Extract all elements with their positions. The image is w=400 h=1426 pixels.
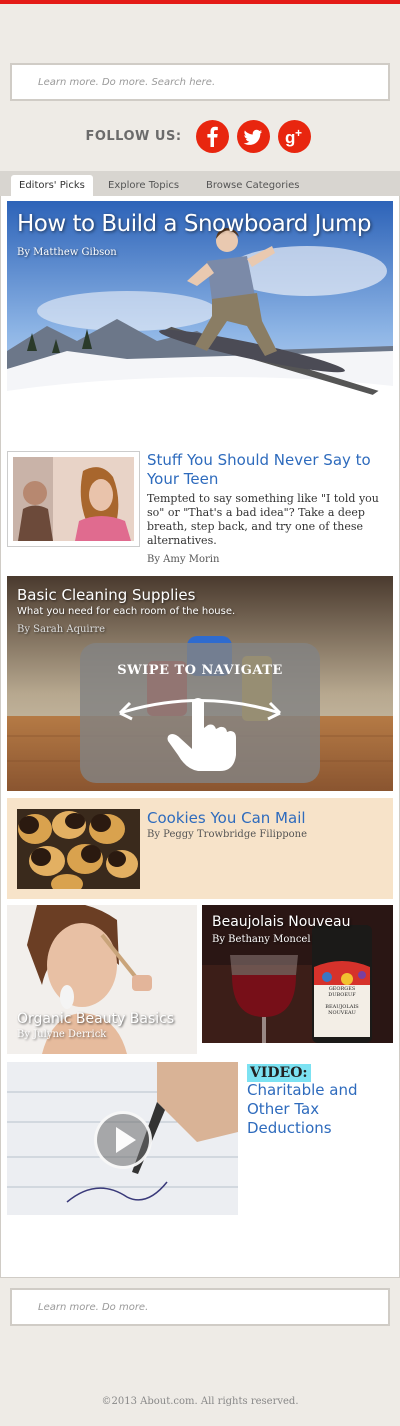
cookies-image (17, 809, 140, 889)
google-plus-icon: g + (285, 126, 302, 147)
wine-card[interactable]: GEORGES DUBOEUF BEAUJOLAIS NOUVEAU Beauj… (202, 905, 393, 1043)
beauty-title[interactable]: Organic Beauty Basics (17, 1011, 174, 1027)
beauty-card[interactable]: Organic Beauty Basics By Julyne Derrick (7, 905, 197, 1054)
play-button[interactable] (94, 1111, 152, 1169)
svg-text:g: g (285, 128, 295, 147)
cleaning-byline: By Sarah Aquirre (17, 624, 106, 635)
top-accent-bar (0, 0, 400, 4)
facebook-icon (206, 126, 218, 147)
wine-bottle-label: GEORGES DUBOEUF BEAUJOLAIS NOUVEAU (318, 986, 366, 1016)
teen-title[interactable]: Stuff You Should Never Say to Your Teen (147, 451, 387, 489)
swipe-hand-icon (118, 698, 282, 771)
snowboard-byline: By Matthew Gibson (17, 247, 117, 258)
tab-editors-picks[interactable]: Editors' Picks (11, 175, 93, 196)
cleaning-card[interactable]: Basic Cleaning Supplies What you need fo… (7, 576, 393, 791)
wine-label-text: GEORGES DUBOEUF (328, 986, 356, 998)
svg-text:+: + (295, 126, 302, 140)
tab-browse-categories[interactable]: Browse Categories (198, 175, 308, 196)
wine-byline: By Bethany Moncel (212, 934, 311, 945)
swipe-label: SWIPE TO NAVIGATE (117, 663, 283, 678)
facebook-button[interactable] (195, 119, 229, 153)
video-badge: VIDEO: (247, 1064, 311, 1082)
tab-bar: Editors' Picks Explore Topics Browse Cat… (0, 171, 400, 196)
search-box-top[interactable] (10, 63, 390, 101)
cleaning-subtitle: What you need for each room of the house… (17, 606, 236, 617)
teen-card[interactable]: Stuff You Should Never Say to Your Teen … (7, 451, 393, 569)
snowboard-title[interactable]: How to Build a Snowboard Jump (17, 211, 372, 237)
beauty-byline: By Julyne Derrick (17, 1029, 107, 1040)
snowboard-card[interactable]: How to Build a Snowboard Jump By Matthew… (7, 201, 393, 443)
follow-us-label: FOLLOW US: (85, 128, 182, 144)
search-input[interactable] (12, 65, 388, 99)
teen-byline: By Amy Morin (147, 554, 220, 565)
cookies-card[interactable]: Cookies You Can Mail By Peggy Trowbridge… (7, 798, 393, 899)
cookies-title[interactable]: Cookies You Can Mail (147, 809, 306, 828)
teen-description: Tempted to say something like "I told yo… (147, 492, 379, 547)
cookies-byline: By Peggy Trowbridge Filippone (147, 829, 308, 840)
google-plus-button[interactable]: g + (277, 119, 311, 153)
wine-title[interactable]: Beaujolais Nouveau (212, 914, 351, 930)
teen-thumbnail-frame (7, 451, 140, 547)
twitter-icon (243, 129, 262, 145)
cleaning-title[interactable]: Basic Cleaning Supplies (17, 586, 195, 604)
follow-us-bar: FOLLOW US: g + (0, 118, 400, 154)
search-input-bottom[interactable] (12, 1290, 388, 1324)
wine-label-sub: BEAUJOLAIS NOUVEAU (325, 1004, 359, 1016)
tab-explore-topics[interactable]: Explore Topics (100, 175, 187, 196)
tax-title[interactable]: Charitable and Other Tax Deductions (247, 1081, 387, 1138)
teen-image (13, 457, 134, 541)
snowboard-image (7, 201, 393, 443)
search-box-bottom[interactable] (10, 1288, 390, 1326)
tax-video-card[interactable]: VIDEO: Charitable and Other Tax Deductio… (7, 1062, 393, 1216)
play-icon (116, 1127, 136, 1153)
twitter-button[interactable] (236, 119, 270, 153)
swipe-overlay[interactable]: SWIPE TO NAVIGATE (80, 643, 320, 783)
copyright: ©2013 About.com. All rights reserved. (101, 1396, 299, 1407)
